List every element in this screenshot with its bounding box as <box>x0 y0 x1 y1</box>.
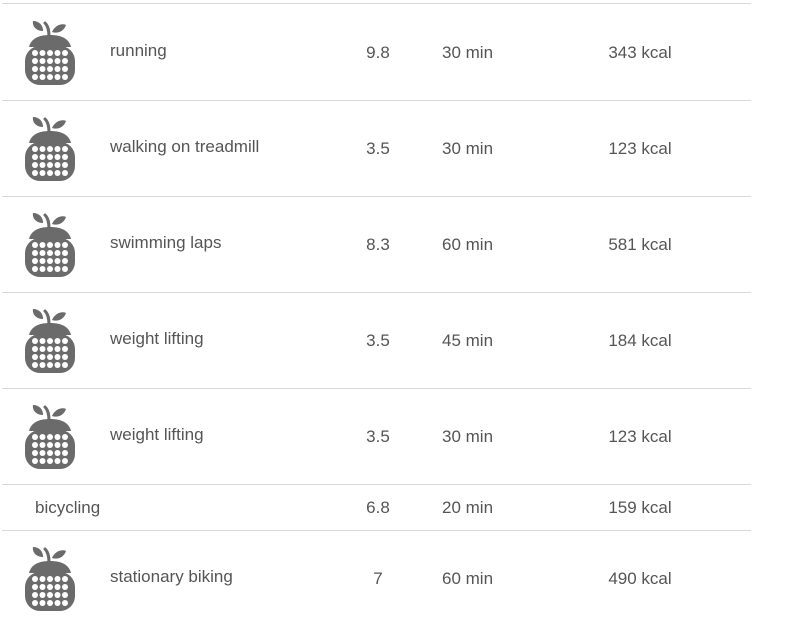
apple-calculator-icon <box>22 212 78 278</box>
activity-name: running <box>110 41 167 60</box>
activity-duration: 30 min <box>442 139 494 158</box>
activity-name: weight lifting <box>110 425 204 444</box>
apple-calculator-icon <box>22 20 78 86</box>
activity-calories: 343 kcal <box>608 43 672 62</box>
activity-met: 3.5 <box>366 331 390 350</box>
table-row[interactable]: swimming laps 8.3 60 min 581 kcal <box>2 197 751 293</box>
activity-calories: 123 kcal <box>608 139 672 158</box>
apple-calculator-icon <box>22 116 78 182</box>
table-row[interactable]: walking on treadmill 3.5 30 min 123 kcal <box>2 101 751 197</box>
activity-calories: 184 kcal <box>608 331 672 350</box>
activity-duration: 45 min <box>442 331 494 350</box>
apple-calculator-icon <box>22 404 78 470</box>
activity-duration: 60 min <box>442 569 494 588</box>
table-row[interactable]: running 9.8 30 min 343 kcal <box>2 4 751 101</box>
table-row[interactable]: stationary biking 7 60 min 490 kcal <box>2 531 751 621</box>
activity-met: 3.5 <box>366 139 390 158</box>
activity-name: weight lifting <box>110 329 204 348</box>
activity-met: 6.8 <box>366 498 390 517</box>
activity-calories: 123 kcal <box>608 427 672 446</box>
activity-duration: 30 min <box>442 427 494 446</box>
table-row[interactable]: bicycling 6.8 20 min 159 kcal <box>2 485 751 531</box>
table-row[interactable]: weight lifting 3.5 30 min 123 kcal <box>2 389 751 485</box>
activity-duration: 60 min <box>442 235 494 254</box>
apple-calculator-icon <box>22 308 78 374</box>
activity-duration: 30 min <box>442 43 494 62</box>
activity-calories: 490 kcal <box>608 569 672 588</box>
activity-name: walking on treadmill <box>110 137 260 156</box>
table-row[interactable]: weight lifting 3.5 45 min 184 kcal <box>2 293 751 389</box>
apple-calculator-icon <box>22 546 78 612</box>
activity-name: bicycling <box>35 498 101 517</box>
activity-name: swimming laps <box>110 233 222 252</box>
activity-met: 7 <box>373 569 383 588</box>
activity-met: 3.5 <box>366 427 390 446</box>
activity-calories: 159 kcal <box>608 498 672 517</box>
activity-calories: 581 kcal <box>608 235 672 254</box>
activity-met: 9.8 <box>366 43 390 62</box>
activity-duration: 20 min <box>442 498 494 517</box>
activity-name: stationary biking <box>110 567 233 586</box>
activity-met: 8.3 <box>366 235 390 254</box>
